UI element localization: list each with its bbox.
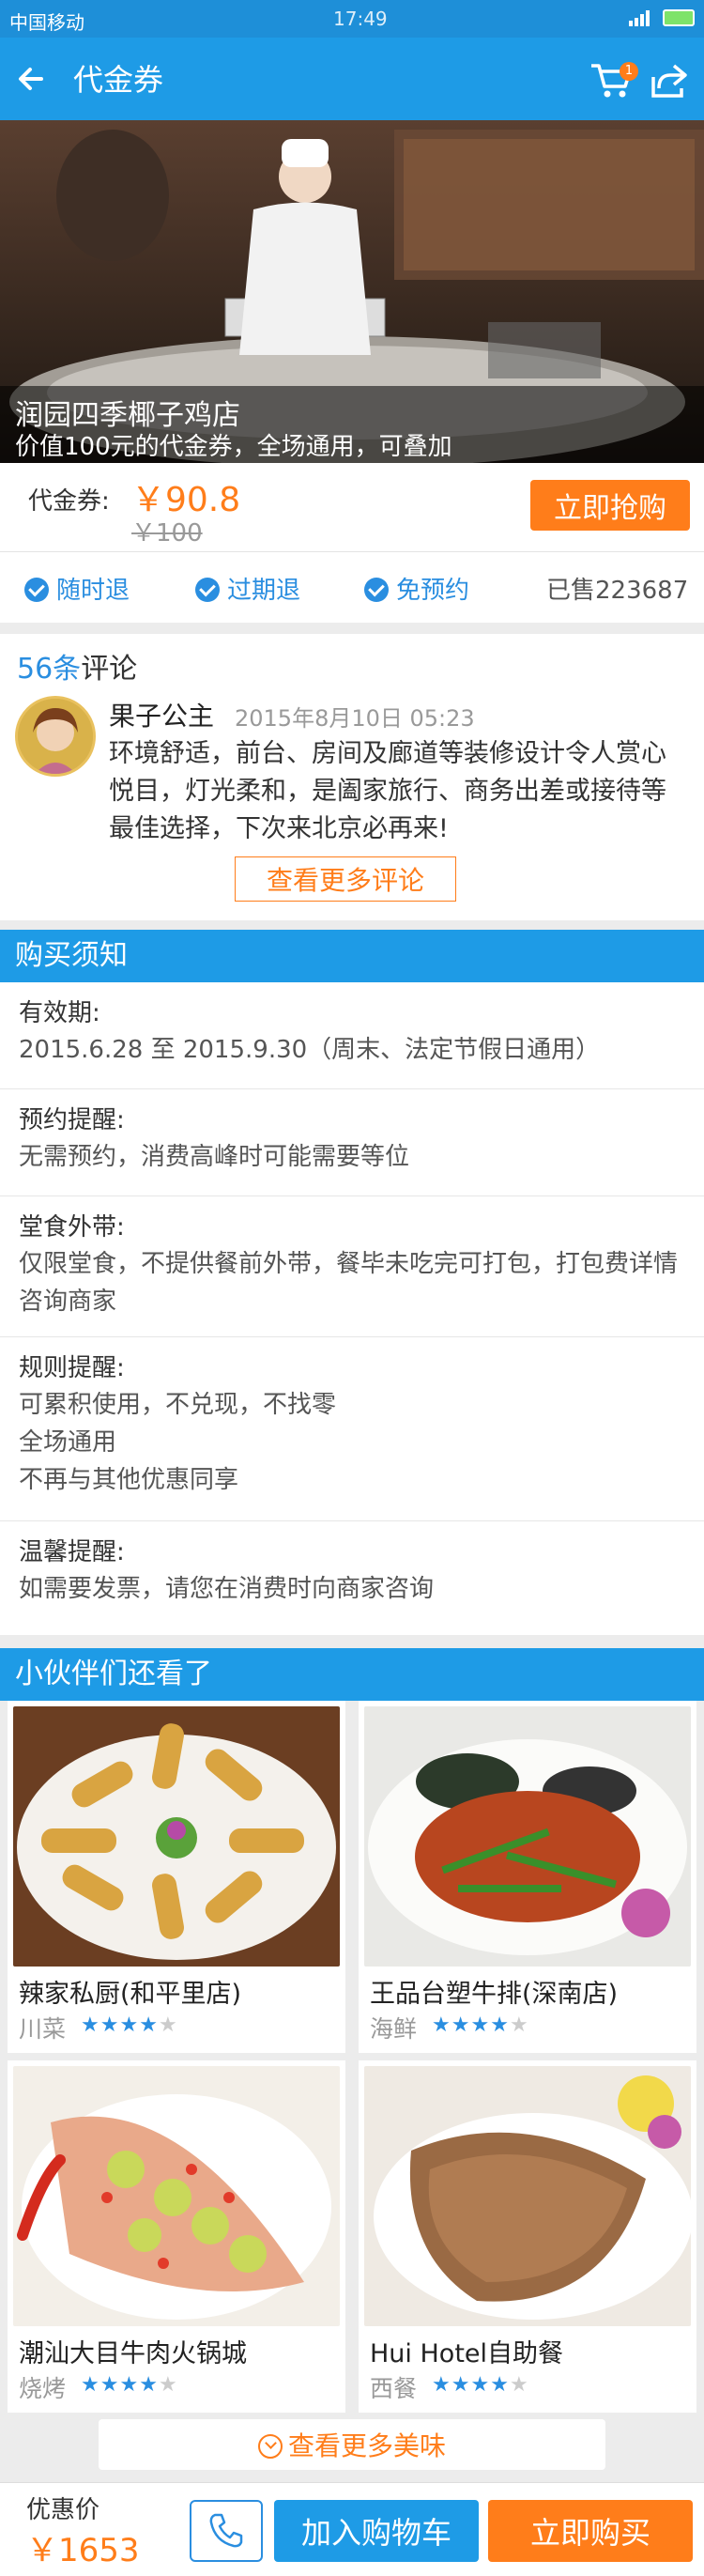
chevron-down-icon: [257, 2434, 283, 2459]
discount-price: ￥1653: [26, 2532, 140, 2569]
star-icon: ★: [158, 2013, 178, 2037]
tag-no-reservation: 免预约: [364, 571, 469, 606]
restaurant-category: 川菜: [19, 2015, 67, 2043]
star-rating: ★★★★★: [432, 2373, 529, 2397]
check-icon: [195, 578, 220, 602]
battery-icon: [663, 9, 695, 26]
restaurant-card[interactable]: 辣家私厨(和平里店) 川菜 ★★★★★: [8, 1701, 345, 2053]
star-icon: ★: [119, 2373, 140, 2397]
avatar: [15, 696, 96, 777]
discount-price-label: 优惠价: [26, 2496, 100, 2524]
coupon-label: 代金券:: [28, 487, 110, 516]
hero-caption: 润园四季椰子鸡店 价值100元的代金券，全场通用，可叠加: [0, 386, 704, 463]
star-rating: ★★★★★: [432, 2013, 529, 2037]
notice-header: 购买须知: [0, 930, 704, 982]
original-price: ￥100: [131, 519, 203, 548]
cart-count-badge: 1: [620, 62, 638, 81]
star-icon: ★: [470, 2373, 491, 2397]
star-icon: ★: [451, 2373, 471, 2397]
signal-icon: [629, 10, 650, 26]
star-icon: ★: [139, 2373, 159, 2397]
star-icon: ★: [119, 2013, 140, 2037]
star-icon: ★: [99, 2013, 120, 2037]
star-icon: ★: [509, 2013, 529, 2037]
title-bar: 代金券 1: [0, 38, 704, 120]
partners-header: 小伙伴们还看了: [0, 1648, 704, 1701]
tag-refund-expired: 过期退: [195, 571, 300, 606]
star-rating: ★★★★★: [81, 2013, 178, 2037]
star-icon: ★: [432, 2373, 451, 2397]
dish-photo: [364, 1706, 691, 1967]
more-food-button[interactable]: 查看更多美味: [99, 2419, 605, 2470]
star-icon: ★: [81, 2373, 100, 2397]
notice-tips: 温馨提醒: 如需要发票，请您在消费时向商家咨询: [19, 1538, 435, 1603]
buy-now-button[interactable]: 立即购买: [488, 2500, 693, 2562]
star-icon: ★: [490, 2013, 510, 2037]
star-icon: ★: [139, 2013, 159, 2037]
phone-icon: [209, 2513, 243, 2547]
restaurant-name: 辣家私厨(和平里店): [19, 1980, 242, 2009]
star-icon: ★: [490, 2373, 510, 2397]
status-bar: 中国移动 17:49: [0, 0, 704, 38]
dish-photo: [13, 1706, 340, 1967]
clock: 17:49: [333, 8, 388, 30]
star-icon: ★: [432, 2013, 451, 2037]
star-icon: ★: [470, 2013, 491, 2037]
star-icon: ★: [81, 2013, 100, 2037]
restaurant-name: 王品台塑牛排(深南店): [370, 1980, 619, 2009]
page-title: 代金券: [73, 62, 164, 98]
restaurant-card[interactable]: 王品台塑牛排(深南店) 海鲜 ★★★★★: [359, 1701, 696, 2053]
notice-rules: 规则提醒: 可累积使用，不兑现，不找零 全场通用 不再与其他优惠同享: [0, 1337, 704, 1521]
recommendations: 辣家私厨(和平里店) 川菜 ★★★★★ 王品台塑牛排(深南店) 海鲜 ★★★★★: [0, 1701, 704, 2469]
notice-validity: 有效期: 2015.6.28 至 2015.9.30（周末、法定节假日通用）: [0, 982, 704, 1089]
notice-dine-in: 堂食外带: 仅限堂食，不提供餐前外带，餐毕未吃完可打包，打包费详情咨询商家: [0, 1196, 704, 1337]
restaurant-category: 海鲜: [370, 2015, 418, 2043]
star-icon: ★: [99, 2373, 120, 2397]
service-tags: 随时退 过期退 免预约 已售223687: [0, 552, 704, 623]
review-date: 2015年8月10日 05:23: [235, 705, 475, 732]
restaurant-category: 西餐: [370, 2375, 418, 2402]
share-icon[interactable]: [648, 60, 689, 100]
add-to-cart-button[interactable]: 加入购物车: [274, 2500, 479, 2562]
restaurant-card[interactable]: Hui Hotel自助餐 西餐 ★★★★★: [359, 2060, 696, 2413]
dish-photo: [13, 2066, 340, 2326]
store-hero-image: 润园四季椰子鸡店 价值100元的代金券，全场通用，可叠加: [0, 120, 704, 463]
coupon-description: 价值100元的代金券，全场通用，可叠加: [15, 433, 452, 461]
star-icon: ★: [158, 2373, 178, 2397]
reviewer-name: 果子公主: [109, 701, 215, 732]
back-arrow-icon[interactable]: [13, 58, 54, 100]
call-button[interactable]: [190, 2500, 263, 2562]
restaurant-name: Hui Hotel自助餐: [370, 2339, 564, 2368]
tag-refund-anytime: 随时退: [24, 571, 130, 606]
star-rating: ★★★★★: [81, 2373, 178, 2397]
grab-buy-button[interactable]: 立即抢购: [530, 480, 690, 531]
star-icon: ★: [509, 2373, 529, 2397]
check-icon: [24, 578, 49, 602]
check-icon: [364, 578, 389, 602]
sold-count: 已售223687: [546, 577, 689, 605]
price-panel: 代金券: ￥90.8 ￥100 立即抢购: [0, 463, 704, 552]
user-avatar-image: [18, 699, 93, 774]
review-count: 56条评论: [17, 653, 138, 686]
notice-reservation: 预约提醒: 无需预约，消费高峰时可能需要等位: [0, 1089, 704, 1196]
more-reviews-button[interactable]: 查看更多评论: [235, 856, 456, 902]
restaurant-card[interactable]: 潮汕大目牛肉火锅城 烧烤 ★★★★★: [8, 2060, 345, 2413]
reviews-section: 56条评论 果子公主 2015年8月10日 05:23 环境舒适，前台、房间及廊…: [0, 634, 704, 920]
restaurant-name: 潮汕大目牛肉火锅城: [19, 2339, 247, 2368]
carrier-label: 中国移动: [9, 11, 84, 34]
star-icon: ★: [451, 2013, 471, 2037]
bottom-action-bar: 优惠价 ￥1653 加入购物车 立即购买: [0, 2482, 704, 2576]
purchase-notice: 有效期: 2015.6.28 至 2015.9.30（周末、法定节假日通用） 预…: [0, 982, 704, 1635]
restaurant-category: 烧烤: [19, 2375, 67, 2402]
review-text: 环境舒适，前台、房间及廊道等装修设计令人赏心悦目，灯光柔和，是阖家旅行、商务出差…: [109, 739, 666, 843]
dish-photo: [364, 2066, 691, 2326]
